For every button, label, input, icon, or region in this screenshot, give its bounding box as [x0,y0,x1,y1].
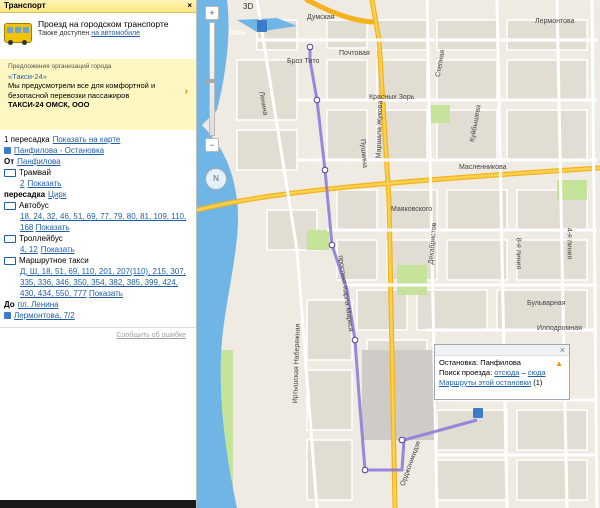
sidebar-header: Транспорт × [0,0,196,13]
compass-icon[interactable]: N [205,168,227,190]
popup-title: Остановка: Панфилова [439,358,521,367]
minibus-show-link[interactable]: Показать [89,289,123,298]
ad-block[interactable]: Предложения организаций города «Такси-24… [0,59,196,130]
to-stop-link[interactable]: пл. Ленина [18,299,59,310]
street-label: 4-я линия [565,227,573,260]
trolleybus-show-link[interactable]: Показать [41,244,75,255]
from-label: От [4,157,15,166]
transport-info: Проезд на городском транспорте Также дос… [0,13,196,59]
report-error-link[interactable]: Сообщить об ошибке [0,332,196,339]
ad-body: Мы предусмотрели все для комфортной и бе… [8,81,156,100]
end-stop-marker-icon[interactable] [257,20,267,32]
warning-icon: ▲ [555,359,563,368]
transport-info-prefix: Также доступен [38,30,90,37]
close-icon[interactable]: × [560,345,565,355]
end-stop-link[interactable]: Лермонтова, 7/2 [14,310,75,321]
transfer-label: пересадка [4,190,46,199]
bottom-banner [0,500,196,508]
stop-marker-icon[interactable] [473,408,483,418]
street-label: Бульварная [527,300,566,307]
tram-show-link[interactable]: Показать [27,178,61,189]
transport-sidebar: Транспорт × Проезд на городском транспор… [0,0,197,508]
stop-pin-icon [4,312,11,319]
from-here-link[interactable]: отсюда [494,368,519,377]
street-label: Илподромная [537,325,582,332]
area-label: ОМЬ [229,30,246,37]
stop-routes-count: (1) [533,378,543,387]
stop-popup: × Остановка: Панфилова ▲ Поиск проезда: … [434,344,570,400]
trolleybus-numbers-link[interactable]: 4, 12 [20,244,38,255]
from-stop-link[interactable]: Панфилова [17,156,60,167]
bus-small-icon [4,201,16,210]
zoom-in-button[interactable]: + [205,6,219,20]
street-label: Красных Зорь [369,94,415,101]
zoom-out-button[interactable]: − [205,138,219,152]
stop-pin-icon [4,147,11,154]
bus-show-link[interactable]: Показать [36,223,70,232]
popup-dash: – [521,368,526,377]
map-canvas[interactable] [197,0,600,508]
sidebar-title: Транспорт [4,1,46,10]
street-label: 8-я линия [514,237,522,270]
to-here-link[interactable]: сюда [528,368,546,377]
minibus-label: Маршрутное такси [19,256,89,265]
route-details: 1 пересадка Показать на карте Панфилова … [0,130,196,325]
ad-title[interactable]: «Такси-24» [8,72,192,82]
street-label: Броз Тито [287,58,320,65]
street-label: Масленникова [459,164,507,171]
transfer-count: 1 пересадка [4,135,50,144]
car-route-link[interactable]: на автомобиле [91,30,140,37]
transport-info-title: Проезд на городском транспорте [38,19,169,29]
3d-button[interactable]: 3D [243,2,253,11]
ad-company: ТАКСИ-24 ОМСК, ООО [8,100,90,109]
zoom-slider[interactable] [206,22,216,136]
street-label: Почтовая [339,50,370,57]
start-stop-link[interactable]: Панфилова - Остановка [14,145,104,156]
close-icon[interactable]: × [187,0,192,12]
city-map[interactable]: Думская Почтовая Лермонтова Броз Тито Ле… [197,0,600,508]
minibus-icon [4,256,16,265]
show-on-map-link[interactable]: Показать на карте [53,134,121,145]
zoom-slider-thumb[interactable] [206,79,216,83]
trolleybus-icon [4,234,16,243]
street-label: Думская [307,14,335,21]
street-label: Лермонтова [535,18,575,25]
trolleybus-label: Троллейбус [19,234,63,243]
transfer-stop-link[interactable]: Цирк [48,189,66,200]
street-label: Маяковского [391,206,433,213]
bus-icon [4,23,32,45]
zoom-control[interactable]: + − [205,6,219,152]
tram-number-link[interactable]: 2 [20,178,24,189]
popup-search-label: Поиск проезда: [439,368,493,377]
chevron-right-icon[interactable]: › [185,87,188,97]
tram-label: Трамвай [19,168,51,177]
tram-icon [4,168,16,177]
to-label: До [4,300,15,309]
bus-label: Автобус [19,201,49,210]
stop-routes-link[interactable]: Маршруты этой остановки [439,378,531,387]
ad-caption: Предложения организаций города [8,63,112,70]
